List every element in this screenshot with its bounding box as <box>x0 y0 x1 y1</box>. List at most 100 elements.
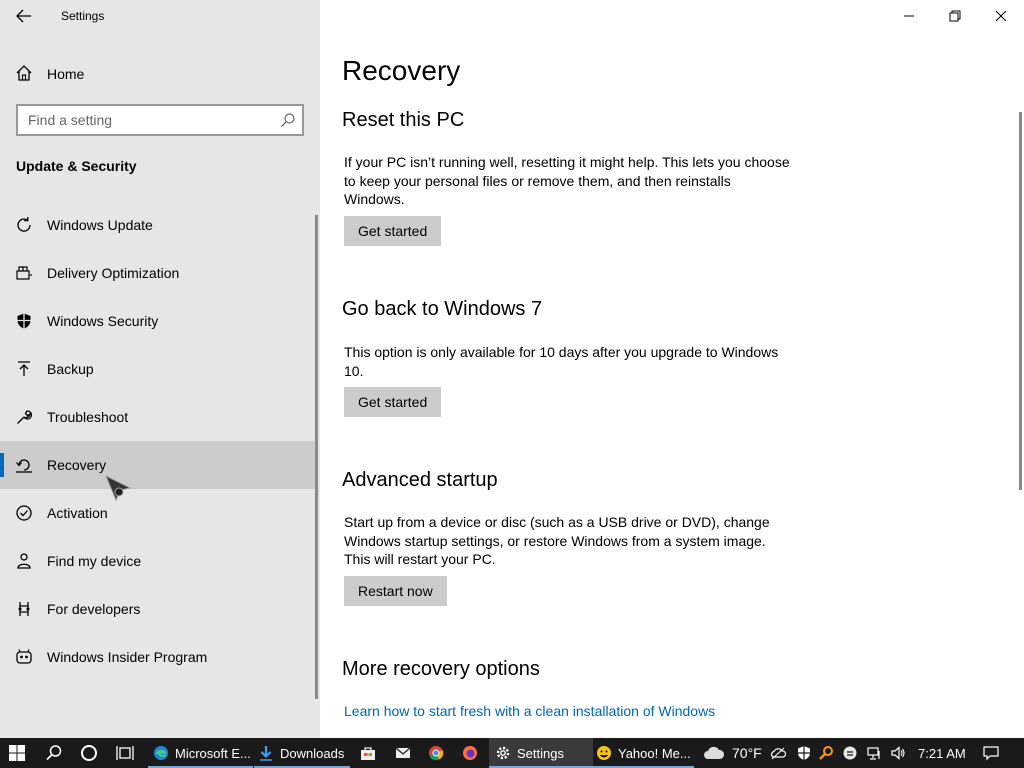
search-input[interactable]: Find a setting <box>16 104 304 136</box>
task-view-icon <box>116 746 134 760</box>
search-tool-icon[interactable] <box>818 745 834 761</box>
delivery-icon <box>14 263 34 283</box>
taskbar-app-edge[interactable]: Microsoft E... <box>148 738 253 768</box>
reset-description: If your PC isn’t running well, resetting… <box>344 154 790 207</box>
sidebar-item-windows-security[interactable]: Windows Security <box>0 297 316 345</box>
sidebar-item-label: Windows Insider Program <box>47 649 208 665</box>
taskbar-app-label: Settings <box>517 745 564 761</box>
sidebar-item-label: Find my device <box>47 553 142 569</box>
restore-button[interactable] <box>932 0 978 32</box>
home-nav-item[interactable]: Home <box>0 56 320 90</box>
go-back-description: This option is only available for 10 day… <box>344 344 779 379</box>
taskbar-app-yahoo-messenger[interactable]: Yahoo! Me... <box>592 738 694 768</box>
nav-list: Windows Update Delivery Optimization Win… <box>0 201 316 681</box>
restart-now-button[interactable]: Restart now <box>344 576 447 606</box>
advanced-startup-description: Start up from a device or disc (such as … <box>344 514 770 567</box>
recovery-icon <box>14 455 34 475</box>
cloud-icon <box>704 746 725 759</box>
sidebar-item-label: Windows Update <box>47 217 153 233</box>
main-content: Recovery Reset this PC If your PC isn’t … <box>320 0 1024 738</box>
clean-install-link[interactable]: Learn how to start fresh with a clean in… <box>344 703 715 719</box>
sidebar-item-label: Windows Security <box>47 313 159 329</box>
go-back-heading: Go back to Windows 7 <box>342 298 543 320</box>
mail-icon <box>395 747 411 758</box>
start-button[interactable] <box>8 738 26 768</box>
onedrive-icon[interactable] <box>770 745 786 761</box>
search-icon <box>281 113 295 127</box>
go-back-get-started-button[interactable]: Get started <box>344 387 442 417</box>
security-tray-icon[interactable] <box>796 745 812 761</box>
gear-icon <box>496 746 510 760</box>
sidebar-item-backup[interactable]: Backup <box>0 345 316 393</box>
sidebar-item-label: Troubleshoot <box>47 409 129 425</box>
taskbar-app-label: Microsoft E... <box>175 745 251 761</box>
taskbar-app-settings[interactable]: Settings <box>489 738 593 768</box>
volume-icon[interactable] <box>890 745 906 761</box>
weather-widget[interactable]: 70°F <box>702 738 762 768</box>
backup-icon <box>14 359 34 379</box>
sidebar-item-label: Delivery Optimization <box>47 265 180 281</box>
sidebar: Settings Home Find a setting Update & Se… <box>0 0 320 738</box>
taskbar-mail-button[interactable] <box>395 738 411 768</box>
cortana-icon <box>81 745 97 761</box>
chat-tray-icon[interactable] <box>842 745 858 761</box>
sidebar-item-windows-update[interactable]: Windows Update <box>0 201 316 249</box>
person-pin-icon <box>14 551 34 571</box>
taskbar-app-downloads[interactable]: Downloads <box>254 738 350 768</box>
wrench-icon <box>14 407 34 427</box>
insider-icon <box>14 647 34 667</box>
sidebar-item-for-developers[interactable]: For developers <box>0 585 316 633</box>
back-button[interactable] <box>10 4 38 28</box>
download-folder-icon <box>260 746 272 761</box>
shield-icon <box>14 311 34 331</box>
sidebar-item-recovery[interactable]: Recovery <box>0 441 316 489</box>
weather-temperature: 70°F <box>732 745 762 761</box>
search-icon <box>46 745 62 761</box>
task-view-button[interactable] <box>116 738 134 768</box>
reset-get-started-button[interactable]: Get started <box>344 216 442 246</box>
taskbar-app-label: Yahoo! Me... <box>618 745 691 761</box>
minimize-button[interactable] <box>886 0 932 32</box>
home-label: Home <box>47 66 85 82</box>
search-taskbar-button[interactable] <box>45 738 63 768</box>
taskbar-chrome-button[interactable] <box>428 738 444 768</box>
sidebar-item-windows-insider-program[interactable]: Windows Insider Program <box>0 633 316 681</box>
edge-icon <box>154 746 168 760</box>
sidebar-item-find-my-device[interactable]: Find my device <box>0 537 316 585</box>
reset-heading: Reset this PC <box>342 109 465 131</box>
taskbar-store-button[interactable] <box>360 738 376 768</box>
cortana-button[interactable] <box>80 738 98 768</box>
clock[interactable]: 7:21 AM <box>918 738 966 768</box>
store-icon <box>361 747 375 760</box>
refresh-icon <box>14 215 34 235</box>
back-arrow-icon <box>16 9 31 23</box>
minimize-icon <box>904 15 914 17</box>
sidebar-item-delivery-optimization[interactable]: Delivery Optimization <box>0 249 316 297</box>
network-icon[interactable] <box>866 745 882 761</box>
page-title: Recovery <box>342 55 461 86</box>
advanced-startup-heading: Advanced startup <box>342 469 498 491</box>
restore-icon <box>949 10 961 22</box>
sidebar-item-label: Backup <box>47 361 94 377</box>
notifications-icon[interactable] <box>983 745 999 761</box>
firefox-icon <box>463 746 477 760</box>
sidebar-item-troubleshoot[interactable]: Troubleshoot <box>0 393 316 441</box>
taskbar-firefox-button[interactable] <box>462 738 478 768</box>
sidebar-item-label: Recovery <box>47 457 107 473</box>
cursor-icon <box>105 474 132 502</box>
sidebar-item-activation[interactable]: Activation <box>0 489 316 537</box>
yahoo-messenger-icon <box>597 746 611 760</box>
main-scrollbar[interactable] <box>1019 112 1022 490</box>
search-placeholder: Find a setting <box>28 112 113 128</box>
close-button[interactable] <box>978 0 1024 32</box>
section-title: Update & Security <box>16 158 137 174</box>
sidebar-item-label: Activation <box>47 505 108 521</box>
taskbar: Microsoft E... Downloads Settings Yahoo!… <box>0 738 1024 768</box>
developer-icon <box>14 599 34 619</box>
sidebar-item-label: For developers <box>47 601 141 617</box>
sidebar-scrollbar[interactable] <box>315 215 318 699</box>
windows-logo-icon <box>9 745 25 761</box>
taskbar-app-label: Downloads <box>280 745 345 761</box>
more-recovery-heading: More recovery options <box>342 658 540 680</box>
chrome-icon <box>429 746 444 761</box>
